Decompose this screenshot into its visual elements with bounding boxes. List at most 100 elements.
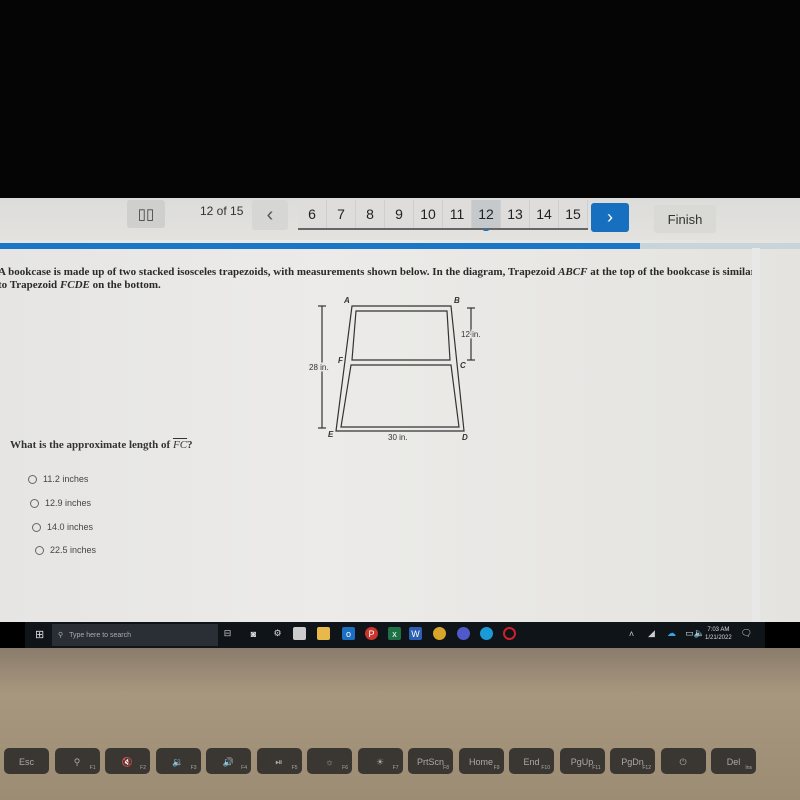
key-fn-label: F12 (642, 765, 651, 771)
scrollbar[interactable] (752, 248, 760, 622)
progress-fill (0, 243, 640, 249)
page-7[interactable]: 7 (327, 200, 356, 228)
key-fn-label: F11 (592, 765, 601, 771)
key-f11[interactable]: PgUp F11 (559, 748, 605, 774)
camera-icon[interactable]: ◙ (247, 627, 260, 640)
page-8[interactable]: 8 (356, 200, 385, 228)
question-counter: 12 of 15 (200, 204, 244, 218)
radio-button[interactable] (30, 498, 39, 508)
prompt-line-1: A bookcase is made up of two stacked iso… (0, 266, 756, 278)
page-11[interactable]: 11 (443, 200, 472, 228)
question-toolbar: ▯▯ 12 of 15 ‹ 6 7 8 9 10 11 12 13 14 15 … (0, 198, 800, 240)
key-[interactable]: ⏻ (660, 748, 706, 774)
onedrive-icon[interactable]: ☁ (665, 627, 678, 640)
choice-2[interactable]: 12.9 inches (30, 498, 91, 508)
question-text: What is the approximate length of FC? (10, 439, 193, 451)
show-hidden-icons-chevron-icon[interactable]: ˄ (625, 627, 638, 640)
key-label: ⏻ (679, 757, 687, 767)
page-9[interactable]: 9 (385, 200, 414, 228)
key-fn-label: F3 (190, 765, 197, 771)
excel-icon[interactable]: x (388, 627, 401, 640)
key-f2[interactable]: 🔇 F2 (105, 748, 150, 774)
key-fn-label: F8 (443, 765, 449, 771)
word-icon[interactable]: W (409, 627, 422, 640)
system-clock[interactable]: 7:03 AM 1/21/2022 (705, 626, 732, 642)
key-f4[interactable]: 🔊 F4 (206, 748, 251, 774)
key-f12[interactable]: PgDn F12 (610, 748, 655, 774)
taskbar-search[interactable]: ⚲ Type here to search (52, 624, 218, 646)
label-30in: 30 in. (388, 433, 408, 442)
settings-gear-icon[interactable]: ⚙ (271, 627, 284, 640)
key-f6[interactable]: ☼ F6 (307, 748, 352, 774)
page-10[interactable]: 10 (414, 200, 443, 228)
finish-button[interactable]: Finish (654, 205, 716, 233)
key-fn-label: Ins (745, 765, 752, 771)
page-15[interactable]: 15 (559, 200, 588, 228)
pause-icon: ▯▯ (137, 206, 155, 223)
page-6[interactable]: 6 (298, 200, 327, 228)
question-prompt: A bookcase is made up of two stacked iso… (0, 266, 798, 292)
key-fn-label: F6 (342, 765, 348, 771)
key-f5[interactable]: ⏯ F5 (256, 748, 302, 774)
opera-icon[interactable] (503, 627, 516, 640)
label-d: D (462, 433, 468, 442)
label-28in: 28 in. (309, 363, 329, 372)
label-e: E (328, 430, 334, 439)
bookcase-diagram: A B C D E F 28 in. 12 in. 30 in. (308, 296, 483, 442)
choice-4[interactable]: 22.5 inches (35, 545, 96, 555)
radio-button[interactable] (32, 522, 41, 532)
photo-background (0, 0, 800, 198)
screen: ▯▯ 12 of 15 ‹ 6 7 8 9 10 11 12 13 14 15 … (0, 198, 800, 622)
file-explorer-icon[interactable] (317, 627, 330, 640)
key-fn-label: F5 (291, 765, 298, 771)
key-fn-label: F9 (493, 765, 500, 771)
label-a: A (343, 296, 350, 305)
previous-button[interactable]: ‹ (252, 200, 288, 230)
chevron-left-icon: ‹ (266, 203, 274, 226)
powerpoint-icon[interactable]: P (365, 627, 378, 640)
choice-1[interactable]: 11.2 inches (28, 474, 88, 484)
photos-icon[interactable] (293, 627, 306, 640)
page-navigator: 6 7 8 9 10 11 12 13 14 15 (298, 200, 588, 231)
key-fn-label: F1 (89, 765, 96, 771)
page-14[interactable]: 14 (530, 200, 559, 228)
key-label: Esc (18, 757, 34, 767)
key-fn-label: F7 (392, 765, 399, 771)
choice-3[interactable]: 14.0 inches (32, 522, 93, 532)
search-icon: ⚲ (58, 632, 64, 639)
chevron-right-icon: › (607, 207, 613, 227)
chrome-icon[interactable] (433, 627, 446, 640)
windows-taskbar: ⊞ ⚲ Type here to search ⊟ ◙ ⚙ o P x W ˄ … (25, 622, 765, 648)
key-esc[interactable]: Esc (4, 748, 49, 774)
outlook-icon[interactable]: o (342, 627, 355, 640)
label-f: F (338, 356, 344, 365)
label-c: C (460, 361, 466, 370)
key-fn-label: F10 (541, 765, 550, 771)
label-b: B (454, 296, 460, 305)
key-f1[interactable]: ⚲ F1 (54, 748, 100, 774)
notifications-icon[interactable]: 🗨 (740, 627, 753, 640)
next-button[interactable]: › (591, 203, 629, 232)
network-icon[interactable]: ◢ (645, 627, 658, 640)
key-f9[interactable]: Home F9 (458, 748, 504, 774)
key-fn-label: F4 (241, 765, 247, 771)
segment-fc: FC (172, 439, 188, 451)
task-view-icon[interactable]: ⊟ (221, 627, 234, 640)
progress-bar (0, 243, 800, 249)
page-12-current[interactable]: 12 (472, 200, 501, 231)
radio-button[interactable] (35, 545, 44, 555)
inner-top (351, 310, 451, 361)
key-ins[interactable]: Del Ins (711, 748, 756, 774)
pause-button[interactable]: ▯▯ (127, 200, 165, 228)
page-13[interactable]: 13 (501, 200, 530, 228)
key-f10[interactable]: End F10 (509, 748, 554, 774)
teams-icon[interactable] (457, 627, 470, 640)
label-12in: 12 in. (461, 330, 481, 339)
laptop-bezel (0, 648, 800, 800)
key-f7[interactable]: ☀ F7 (357, 748, 403, 774)
edge-icon[interactable] (480, 627, 493, 640)
radio-button[interactable] (28, 474, 37, 484)
key-f3[interactable]: 🔉 F3 (155, 748, 201, 774)
windows-start-icon[interactable]: ⊞ (35, 628, 47, 641)
key-f8[interactable]: PrtScn F8 (408, 748, 453, 774)
